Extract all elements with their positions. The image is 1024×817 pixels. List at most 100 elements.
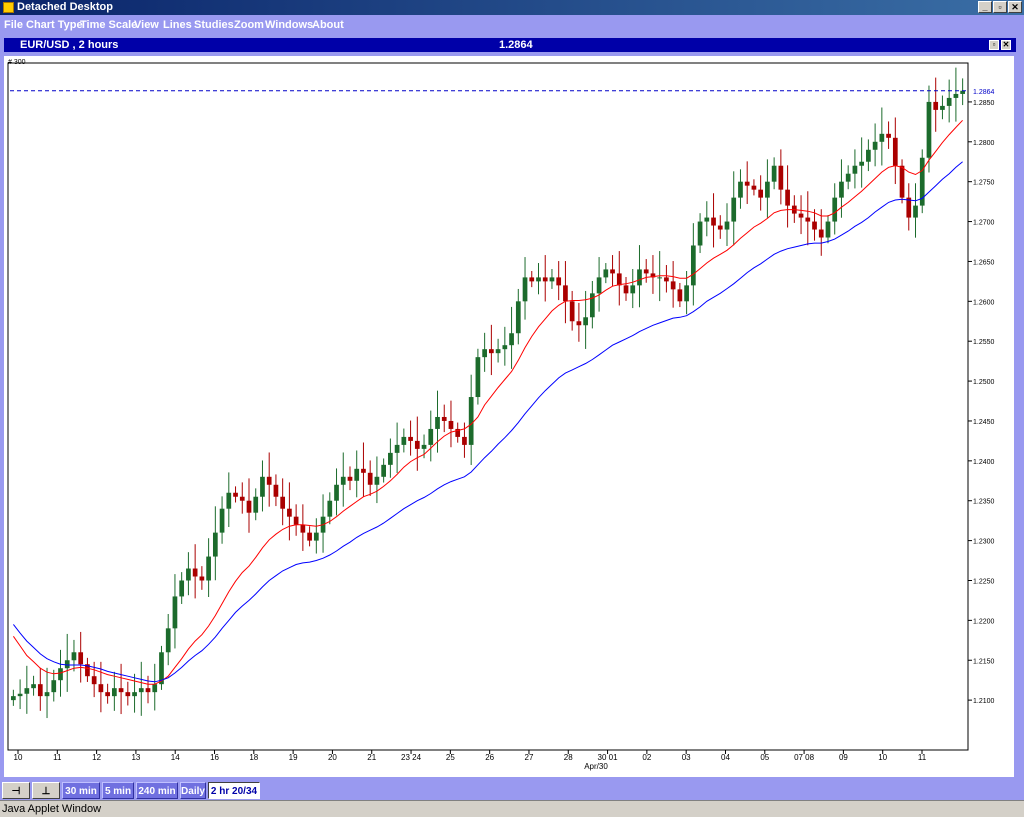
candle-body <box>482 349 487 358</box>
y-tick-label: 1.2800 <box>973 140 995 147</box>
candle-body <box>105 692 110 697</box>
candle-body <box>825 221 831 238</box>
x-tick-label: 30 01 <box>598 753 619 762</box>
candle-body <box>71 652 77 661</box>
candle-body <box>179 580 185 597</box>
candle-body <box>610 269 615 274</box>
candle-body <box>744 181 750 186</box>
x-tick-label: 09 <box>839 753 848 762</box>
x-tick-label: 11 <box>918 753 927 762</box>
candle-body <box>765 181 770 198</box>
x-tick-label: 11 <box>53 753 62 762</box>
candle-body <box>563 285 568 302</box>
x-tick-label: 07 08 <box>794 753 815 762</box>
timeframe-daily-button[interactable]: Daily <box>180 782 206 799</box>
menu-about[interactable]: About <box>312 19 344 31</box>
close-button[interactable]: ✕ <box>1008 1 1022 13</box>
menu-zoom[interactable]: Zoom <box>234 19 264 31</box>
y-tick-label: 1.2450 <box>973 419 995 426</box>
timeframe-2hr-button[interactable]: 2 hr 20/34 <box>208 782 260 799</box>
x-tick-label: 03 <box>682 753 691 762</box>
x-tick-label: 20 <box>328 753 337 762</box>
candle-body <box>953 93 959 98</box>
timeframe-240min-button[interactable]: 240 min <box>136 782 178 799</box>
y-tick-label: 1.2500 <box>973 379 995 386</box>
y-tick-label: 1.2250 <box>973 578 995 585</box>
y-tick-label: 1.2100 <box>973 698 995 705</box>
candle-body <box>192 568 198 577</box>
candle-body <box>280 496 286 509</box>
window-titlebar: Detached Desktop _ ▫ ✕ <box>0 0 1024 15</box>
candle-body <box>724 221 730 230</box>
menu-file[interactable]: File <box>4 19 23 31</box>
candle-body <box>98 684 104 693</box>
candle-body <box>623 285 629 294</box>
x-tick-label: 14 <box>171 753 180 762</box>
candle-body <box>313 532 319 541</box>
candle-body <box>751 185 757 190</box>
menu-view[interactable]: View <box>134 19 159 31</box>
candle-body <box>495 349 501 354</box>
candle-body <box>859 161 865 166</box>
crosshair-tool-button[interactable]: ⊣ <box>2 782 30 799</box>
candle-body <box>145 688 151 693</box>
candle-body <box>839 181 844 198</box>
java-cup-icon <box>3 2 14 13</box>
candle-body <box>394 444 400 453</box>
candle-body <box>327 500 333 517</box>
candle-body <box>542 277 548 282</box>
y-tick-label: 1.2550 <box>973 339 995 346</box>
plot-area <box>7 62 969 751</box>
candle-body <box>206 556 211 581</box>
candle-body <box>260 476 265 497</box>
candle-body <box>91 676 97 685</box>
x-tick-label: 12 <box>92 753 101 762</box>
candle-body <box>347 476 353 481</box>
candle-body <box>515 301 521 334</box>
menu-time-scale[interactable]: Time Scale <box>80 19 137 31</box>
y-tick-label: 1.2150 <box>973 658 995 665</box>
candle-body <box>300 524 306 533</box>
candle-body <box>502 345 508 350</box>
candle-body <box>118 688 124 693</box>
candle-body <box>704 217 710 222</box>
candle-body <box>233 492 238 497</box>
candle-body <box>509 333 514 346</box>
timeframe-5min-button[interactable]: 5 min <box>102 782 134 799</box>
menu-studies[interactable]: Studies <box>194 19 234 31</box>
line-tool-button[interactable]: ⊥ <box>32 782 60 799</box>
candle-body <box>428 428 434 445</box>
candle-body <box>892 137 898 166</box>
candle-body <box>401 436 407 445</box>
menu-windows[interactable]: Windows <box>265 19 313 31</box>
candle-body <box>212 532 218 557</box>
candle-body <box>340 476 346 485</box>
candle-body <box>219 508 225 533</box>
close-chart-button[interactable]: ✕ <box>1001 40 1011 50</box>
maximize-button[interactable]: ▫ <box>993 1 1007 13</box>
minimize-button[interactable]: _ <box>978 1 992 13</box>
symbol-label: EUR/USD , 2 hours <box>20 39 119 51</box>
price-chart[interactable]: # 300 1.2100 1.2150 1.2200 1.2250 1.2300 1.23… <box>0 54 1024 781</box>
menu-lines[interactable]: Lines <box>163 19 192 31</box>
candle-body <box>152 684 158 693</box>
candle-body <box>165 628 171 653</box>
candle-body <box>273 484 279 497</box>
candle-body <box>468 397 474 445</box>
menu-chart-type[interactable]: Chart Type <box>26 19 83 31</box>
candle-body <box>462 436 467 445</box>
status-text: Java Applet Window <box>2 803 102 815</box>
candle-body <box>522 277 528 302</box>
timeframe-30min-button[interactable]: 30 min <box>62 782 100 799</box>
y-tick-label: 1.2350 <box>973 499 995 506</box>
candle-body <box>798 213 804 218</box>
candle-body <box>226 492 232 509</box>
y-tick-label: 1.2200 <box>973 618 995 625</box>
candle-body <box>408 436 413 441</box>
candle-body <box>684 285 689 302</box>
x-tick-label: 13 <box>131 753 140 762</box>
restore-chart-button[interactable]: ▫ <box>989 40 999 50</box>
candle-body <box>866 149 871 162</box>
window-controls: _ ▫ ✕ <box>977 1 1022 13</box>
timeframe-toolbar: ⊣ ⊥ 30 min 5 min 240 min Daily 2 hr 20/3… <box>0 781 1024 800</box>
